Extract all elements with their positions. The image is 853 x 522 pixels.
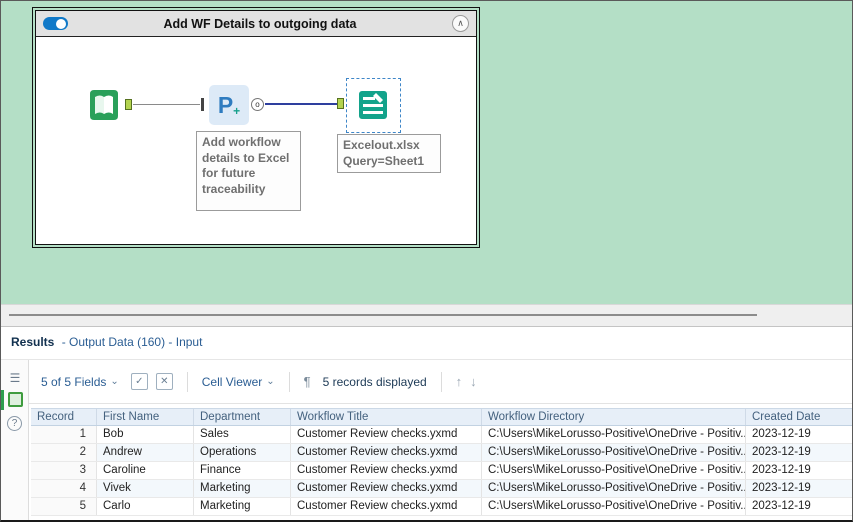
tool-container[interactable]: Add WF Details to outgoing data ∧ o P + … (32, 7, 480, 248)
input-tool-output-anchor[interactable] (125, 99, 132, 110)
container-header: Add WF Details to outgoing data ∧ (36, 11, 476, 37)
table-cell[interactable]: Andrew (97, 444, 194, 461)
splitter-handle[interactable] (9, 314, 757, 316)
table-cell[interactable]: 2 (31, 444, 97, 461)
python-tool-output-anchor[interactable]: o (251, 98, 264, 111)
scroll-down-icon[interactable]: ↓ (470, 374, 477, 389)
table-cell[interactable]: Customer Review checks.yxmd (291, 498, 482, 515)
collapse-container-button[interactable]: ∧ (452, 15, 469, 32)
data-view-icon[interactable] (8, 392, 23, 407)
help-icon[interactable]: ? (7, 416, 22, 431)
table-cell[interactable]: Marketing (194, 498, 291, 515)
python-tool-annotation[interactable]: Add workflow details to Excel for future… (196, 131, 301, 211)
select-all-fields-button[interactable]: ✓ (130, 373, 148, 390)
results-table-body: 1 Bob Sales Customer Review checks.yxmd C:\U… (31, 426, 852, 516)
table-cell[interactable]: Marketing (194, 480, 291, 497)
scroll-up-icon[interactable]: ↑ (456, 374, 463, 389)
table-cell[interactable]: C:\Users\MikeLorusso-Positive\OneDrive -… (482, 426, 746, 443)
deselect-fields-button[interactable]: ✕ (155, 373, 173, 390)
records-displayed-label: 5 records displayed (322, 374, 427, 389)
table-cell[interactable]: Customer Review checks.yxmd (291, 480, 482, 497)
table-cell[interactable]: Finance (194, 462, 291, 479)
table-cell[interactable]: 2023-12-19 (746, 480, 852, 497)
table-cell[interactable]: Customer Review checks.yxmd (291, 426, 482, 443)
input-data-icon (90, 90, 118, 120)
python-tool-input-anchor[interactable] (201, 98, 204, 111)
results-toolbar: 5 of 5 Fields ⌄ ✓ ✕ Cell Viewer ⌄ ¶ 5 re… (29, 360, 852, 404)
toggle-knob (56, 18, 66, 29)
output-tool-input-anchor[interactable] (337, 98, 344, 109)
table-cell[interactable]: Bob (97, 426, 194, 443)
toolbar-separator (288, 371, 290, 392)
toolbar-separator (440, 371, 442, 392)
table-cell[interactable]: C:\Users\MikeLorusso-Positive\OneDrive -… (482, 498, 746, 515)
canvas-results-splitter[interactable] (1, 304, 852, 326)
results-subtitle: - Output Data (160) - Input (61, 335, 203, 349)
column-header[interactable]: Record (31, 409, 97, 425)
chevron-down-icon: ⌄ (110, 376, 119, 387)
table-row[interactable]: 2 Andrew Operations Customer Review checks.… (31, 444, 852, 462)
cell-viewer-dropdown[interactable]: Cell Viewer ⌄ (202, 375, 275, 389)
table-cell[interactable]: C:\Users\MikeLorusso-Positive\OneDrive -… (482, 480, 746, 497)
table-row[interactable]: 3 Caroline Finance Customer Review checks.y… (31, 462, 852, 480)
toolbar-separator (186, 371, 188, 392)
whitespace-toggle-icon[interactable]: ¶ (304, 374, 311, 389)
table-row[interactable]: 5 Carlo Marketing Customer Review checks.yx… (31, 498, 852, 516)
connection-python-to-output[interactable] (265, 103, 344, 105)
cell-viewer-label: Cell Viewer (201, 374, 263, 389)
connection-input-to-python[interactable] (133, 104, 200, 105)
fields-dropdown-label: 5 of 5 Fields (41, 374, 107, 389)
output-data-tool[interactable] (353, 85, 393, 125)
table-cell[interactable]: C:\Users\MikeLorusso-Positive\OneDrive -… (482, 462, 746, 479)
table-cell[interactable]: C:\Users\MikeLorusso-Positive\OneDrive -… (482, 444, 746, 461)
fields-dropdown[interactable]: 5 of 5 Fields ⌄ (41, 375, 119, 389)
table-cell[interactable]: 5 (31, 498, 97, 515)
table-cell[interactable]: 2023-12-19 (746, 498, 852, 515)
alteryx-designer-window: Add WF Details to outgoing data ∧ o P + … (0, 0, 853, 522)
table-cell[interactable]: 2023-12-19 (746, 444, 852, 461)
python-tool-icon: P (217, 91, 234, 118)
table-cell[interactable]: 1 (31, 426, 97, 443)
table-cell[interactable]: Customer Review checks.yxmd (291, 462, 482, 479)
plus-icon: + (233, 104, 241, 118)
metadata-view-icon[interactable]: ☰ (7, 370, 23, 386)
output-tool-annotation[interactable]: Excelout.xlsx Query=Sheet1 (337, 134, 441, 174)
column-header[interactable]: First Name (97, 409, 194, 425)
results-title: Results (11, 335, 55, 349)
table-cell[interactable]: 2023-12-19 (746, 426, 852, 443)
chevron-down-icon: ⌄ (266, 376, 275, 387)
column-header[interactable]: Workflow Title (291, 409, 482, 425)
results-side-strip: ☰ ? (1, 360, 29, 520)
results-panel: Results - Output Data (160) - Input ☰ ? … (1, 326, 852, 520)
table-cell[interactable]: Carlo (97, 498, 194, 515)
table-cell[interactable]: Operations (194, 444, 291, 461)
table-row[interactable]: 1 Bob Sales Customer Review checks.yxmd C:\U… (31, 426, 852, 444)
table-cell[interactable]: Vivek (97, 480, 194, 497)
table-cell[interactable]: 3 (31, 462, 97, 479)
table-cell[interactable]: 4 (31, 480, 97, 497)
container-title: Add WF Details to outgoing data (163, 16, 357, 31)
table-cell[interactable]: Caroline (97, 462, 194, 479)
python-macro-tool[interactable]: P + (209, 85, 249, 125)
table-cell[interactable]: Sales (194, 426, 291, 443)
active-view-indicator (1, 390, 4, 410)
output-data-icon (357, 89, 389, 121)
column-header[interactable]: Created Date (746, 409, 852, 425)
column-header[interactable]: Workflow Directory (482, 409, 746, 425)
results-header: Results - Output Data (160) - Input (11, 335, 202, 349)
workflow-canvas[interactable]: Add WF Details to outgoing data ∧ o P + … (1, 1, 852, 304)
container-enable-toggle[interactable] (43, 17, 68, 30)
container-body: o P + Add workflow details to Excel for … (36, 37, 476, 244)
table-row[interactable]: 4 Vivek Marketing Customer Review checks.yx… (31, 480, 852, 498)
input-data-tool[interactable] (84, 85, 124, 125)
results-table-head: Record First Name Department Workflow Title… (31, 408, 852, 426)
table-cell[interactable]: 2023-12-19 (746, 462, 852, 479)
column-header[interactable]: Department (194, 409, 291, 425)
chevron-up-icon: ∧ (457, 18, 464, 28)
results-table: Record First Name Department Workflow Title… (31, 408, 852, 520)
table-cell[interactable]: Customer Review checks.yxmd (291, 444, 482, 461)
